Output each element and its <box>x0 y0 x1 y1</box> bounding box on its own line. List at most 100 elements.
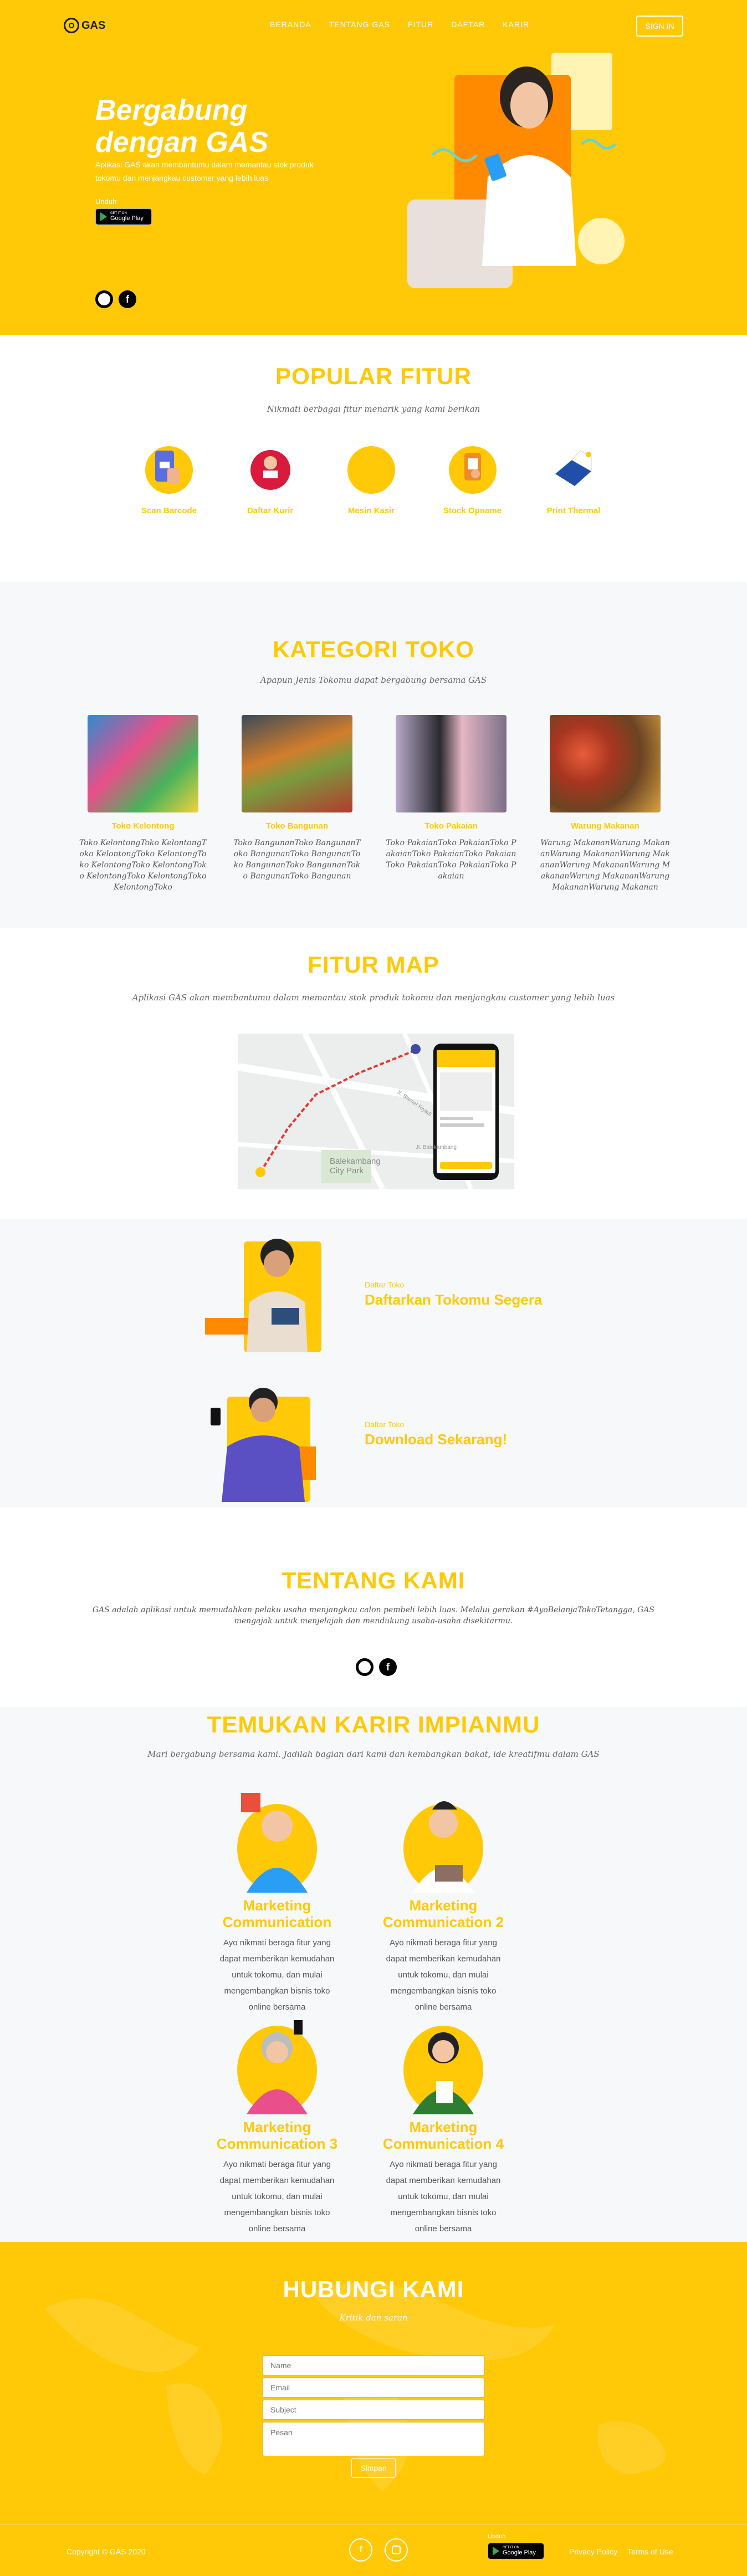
category-label: Warung Makanan <box>571 821 639 831</box>
career-section: TEMUKAN KARIR IMPIANMU Mari bergabung be… <box>0 1707 747 2242</box>
popular-features-section: POPULAR FITUR Nikmati berbagai fitur men… <box>0 335 747 582</box>
career-card[interactable]: Marketing Communication Ayo nikmati bera… <box>205 1787 349 2015</box>
store-category-section: KATEGORI TOKO Apapun Jenis Tokomu dapat … <box>0 582 747 928</box>
footer-socials: f <box>349 2538 408 2562</box>
career-illustration <box>402 2009 485 2114</box>
footer: Copyright © GAS 2020 f Unduh GET IT ON Go… <box>0 2524 747 2576</box>
map-title: FITUR MAP <box>308 952 439 978</box>
about-title: TENTANG KAMI <box>282 1567 465 1593</box>
register-illustration <box>205 1239 321 1352</box>
instagram-icon[interactable] <box>356 1658 374 1676</box>
career-description: Ayo nikmati beraga fitur yang dapat memb… <box>219 1938 335 2012</box>
career-description: Ayo nikmati beraga fitur yang dapat memb… <box>219 2160 335 2233</box>
hero-download-label: Unduh <box>95 197 117 206</box>
nav-daftar[interactable]: DAFTAR <box>451 20 485 29</box>
career-description: Ayo nikmati beraga fitur yang dapat memb… <box>386 2160 501 2233</box>
facebook-icon[interactable]: f <box>379 1658 397 1676</box>
hero-socials: f <box>95 290 136 308</box>
download-callout[interactable]: Daftar Toko Download Sekarang! <box>365 1420 725 1448</box>
download-small-text: Daftar Toko <box>365 1420 405 1429</box>
category-description: Toko BangunanToko BangunanToko BangunanT… <box>233 839 361 881</box>
career-name: Marketing Communication <box>222 1897 332 1930</box>
nav-fitur[interactable]: FITUR <box>408 20 433 29</box>
category-card[interactable]: Toko Bangunan Toko BangunanToko Bangunan… <box>232 715 362 893</box>
map-park-label: Balekambang City Park <box>330 1157 381 1175</box>
category-card[interactable]: Toko Pakaian Toko PakaianToko PakaianTok… <box>386 715 516 893</box>
category-subtitle: Apapun Jenis Tokomu dapat bergabung bers… <box>260 675 487 685</box>
career-name: Marketing Communication 4 <box>382 2119 504 2152</box>
category-description: Warung MakananWarung MakananWarung Makan… <box>540 839 671 892</box>
google-play-icon <box>493 2547 499 2555</box>
logo-text: GAS <box>81 19 106 32</box>
career-card[interactable]: Marketing Communication 3 Ayo nikmati be… <box>205 2009 349 2237</box>
store-photo <box>396 715 506 812</box>
career-illustration <box>236 1787 319 1893</box>
gplay-big-text: Google Play <box>110 215 144 222</box>
feature-label: Stock Opname <box>443 506 502 515</box>
about-socials: f <box>356 1658 397 1676</box>
category-description: Toko KelontongToko KelontongToko Kelonto… <box>79 839 207 892</box>
feature-print-thermal[interactable]: Print Thermal <box>532 446 615 515</box>
footer-google-play-button[interactable]: GET IT ON Google Play <box>488 2543 544 2559</box>
career-illustration <box>236 2009 319 2114</box>
navbar: GAS BERANDA TENTANG GAS FITUR DAFTAR KAR… <box>0 16 747 38</box>
store-photo <box>88 715 198 812</box>
feature-mesin-kasir[interactable]: Mesin Kasir <box>330 446 413 515</box>
career-title: TEMUKAN KARIR IMPIANMU <box>207 1711 540 1737</box>
career-illustration <box>402 1787 485 1893</box>
feature-scan-barcode[interactable]: Scan Barcode <box>127 446 211 515</box>
privacy-policy-link[interactable]: Privacy Policy <box>569 2547 617 2556</box>
instagram-icon[interactable] <box>385 2538 408 2562</box>
register-store-callout[interactable]: Daftar Toko Daftarkan Tokomu Segera <box>365 1280 725 1309</box>
feature-label: Mesin Kasir <box>347 506 395 515</box>
map-preview[interactable]: Balekambang City Park Jl. Slamet Riyadi … <box>238 1034 514 1189</box>
facebook-icon[interactable]: f <box>119 290 136 308</box>
name-input[interactable] <box>262 2355 485 2375</box>
hero-section: GAS BERANDA TENTANG GAS FITUR DAFTAR KAR… <box>0 0 747 335</box>
category-label: Toko Bangunan <box>265 821 329 831</box>
contact-form <box>262 2355 485 2459</box>
facebook-icon[interactable]: f <box>349 2538 372 2562</box>
career-subtitle: Mari bergabung bersama kami. Jadilah bag… <box>147 1749 600 1759</box>
hero-title: Bergabung dengan GAS <box>95 94 361 159</box>
feature-list: Scan Barcode Daftar Kurir Mesin Kasir St… <box>127 446 615 515</box>
popular-subtitle: Nikmati berbagai fitur menarik yang kami… <box>267 404 480 414</box>
map-feature-section: FITUR MAP Aplikasi GAS akan membantumu d… <box>0 928 747 1219</box>
stock-icon <box>448 446 497 494</box>
career-card[interactable]: Marketing Communication 4 Ayo nikmati be… <box>371 2009 515 2237</box>
nav-beranda[interactable]: BERANDA <box>270 20 311 29</box>
category-card[interactable]: Warung Makanan Warung MakananWarung Maka… <box>540 715 671 893</box>
barcode-icon <box>145 446 193 494</box>
nav-menu: BERANDA TENTANG GAS FITUR DAFTAR KARIR <box>270 20 529 29</box>
subject-input[interactable] <box>262 2400 485 2420</box>
category-card[interactable]: Toko Kelontong Toko KelontongToko Kelont… <box>78 715 208 893</box>
terms-of-use-link[interactable]: Terms of Use <box>627 2547 673 2556</box>
cashier-icon <box>347 446 395 494</box>
google-play-button[interactable]: GET IT ON Google Play <box>95 208 152 225</box>
signin-button[interactable]: SIGN IN <box>636 16 683 37</box>
hero-illustration <box>407 53 625 288</box>
submit-button[interactable]: Simpan <box>351 2458 396 2478</box>
popular-title: POPULAR FITUR <box>275 363 472 389</box>
hero-title-line-2: dengan GAS <box>95 126 269 159</box>
career-name: Marketing Communication 3 <box>216 2119 338 2152</box>
career-card[interactable]: Marketing Communication 2 Ayo nikmati be… <box>371 1787 515 2015</box>
printer-icon <box>550 446 597 494</box>
nav-karir[interactable]: KARIR <box>503 20 529 29</box>
email-input[interactable] <box>262 2378 485 2398</box>
feature-daftar-kurir[interactable]: Daftar Kurir <box>229 446 312 515</box>
feature-stock-opname[interactable]: Stock Opname <box>431 446 514 515</box>
logo[interactable]: GAS <box>64 18 105 33</box>
nav-tentang[interactable]: TENTANG GAS <box>329 20 390 29</box>
instagram-icon[interactable] <box>95 290 113 308</box>
map-street-label: Jl. Balekambang <box>416 1144 457 1151</box>
logo-icon <box>64 18 79 33</box>
message-input[interactable] <box>262 2422 485 2456</box>
register-big-text: Daftarkan Tokomu Segera <box>365 1291 543 1308</box>
hero-title-line-1: Bergabung <box>95 94 248 126</box>
about-description: GAS adalah aplikasi untuk memudahkan pel… <box>92 1606 655 1626</box>
hero-description: Aplikasi GAS akan membantumu dalam meman… <box>95 160 314 182</box>
career-name: Marketing Communication 2 <box>382 1897 504 1930</box>
google-play-icon <box>100 212 107 221</box>
store-photo <box>550 715 661 812</box>
